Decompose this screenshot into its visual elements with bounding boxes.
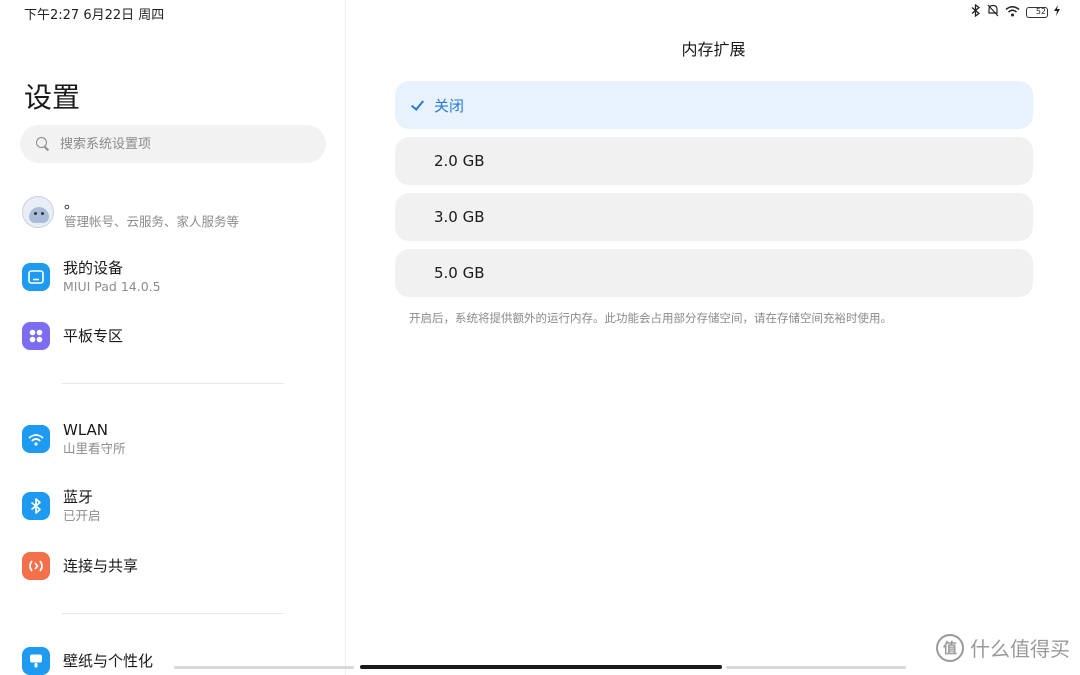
search-icon	[36, 137, 50, 151]
sidebar-item-label: 我的设备	[63, 259, 124, 277]
sidebar-item-wlan[interactable]: WLAN 山里看守所	[22, 415, 322, 463]
account-sub: 管理帐号、云服务、家人服务等	[64, 214, 240, 229]
watermark-text: 什么值得买	[970, 637, 1070, 661]
divider	[62, 383, 284, 384]
option-label: 2.0 GB	[434, 152, 485, 170]
watermark-logo: 值	[936, 633, 964, 662]
sidebar-item-bluetooth[interactable]: 蓝牙 已开启	[22, 482, 322, 530]
scrollbar-right	[726, 666, 906, 669]
page-title: 内存扩展	[681, 40, 746, 59]
sidebar-item-sub: 已开启	[63, 508, 101, 523]
sidebar-item-wallpaper[interactable]: 壁纸与个性化	[22, 637, 322, 675]
apps-icon	[22, 322, 50, 350]
wifi-icon	[22, 425, 50, 453]
sidebar-item-label: 平板专区	[63, 327, 124, 345]
wallpaper-icon	[22, 647, 50, 675]
account-item[interactable]: 。 管理帐号、云服务、家人服务等	[22, 188, 322, 236]
sidebar-item-connection-sharing[interactable]: 连接与共享	[22, 542, 322, 590]
option-label: 5.0 GB	[434, 264, 485, 282]
check-icon	[411, 98, 425, 112]
divider	[62, 613, 284, 614]
sidebar-item-label: 蓝牙	[63, 488, 94, 506]
bluetooth-icon	[22, 492, 50, 520]
page-title-settings: 设置	[24, 81, 81, 114]
option-label: 3.0 GB	[434, 208, 485, 226]
option-off[interactable]: 关闭	[395, 81, 1033, 129]
settings-sidebar: 设置 。 管理帐号、云服务、家人服务等 我的设备 MIUI Pad 14.0.5…	[0, 0, 346, 675]
option-3gb[interactable]: 3.0 GB	[395, 193, 1033, 241]
device-icon	[22, 263, 50, 291]
sidebar-item-tablet-zone[interactable]: 平板专区	[22, 312, 322, 360]
option-2gb[interactable]: 2.0 GB	[395, 137, 1033, 185]
sidebar-item-sub: 山里看守所	[63, 441, 126, 456]
search-bar[interactable]	[20, 125, 326, 163]
gesture-bar[interactable]	[360, 665, 722, 669]
account-name: 。	[64, 194, 80, 212]
sidebar-item-label: 壁纸与个性化	[63, 652, 154, 670]
sidebar-item-label: WLAN	[63, 421, 109, 439]
watermark: 值 什么值得买	[936, 633, 1070, 662]
sidebar-item-sub: MIUI Pad 14.0.5	[63, 279, 161, 294]
description-note: 开启后，系统将提供额外的运行内存。此功能会占用部分存储空间，请在存储空间充裕时使…	[409, 311, 892, 325]
memory-extension-panel: 内存扩展 关闭 2.0 GB 3.0 GB 5.0 GB 开启后，系统将提供额外…	[347, 0, 1080, 675]
search-input[interactable]	[60, 136, 300, 152]
scrollbar-left	[174, 666, 354, 669]
sidebar-item-label: 连接与共享	[63, 557, 139, 575]
option-5gb[interactable]: 5.0 GB	[395, 249, 1033, 297]
avatar	[22, 196, 54, 228]
share-icon	[22, 552, 50, 580]
sidebar-item-my-device[interactable]: 我的设备 MIUI Pad 14.0.5	[22, 253, 322, 301]
option-label: 关闭	[434, 96, 465, 115]
